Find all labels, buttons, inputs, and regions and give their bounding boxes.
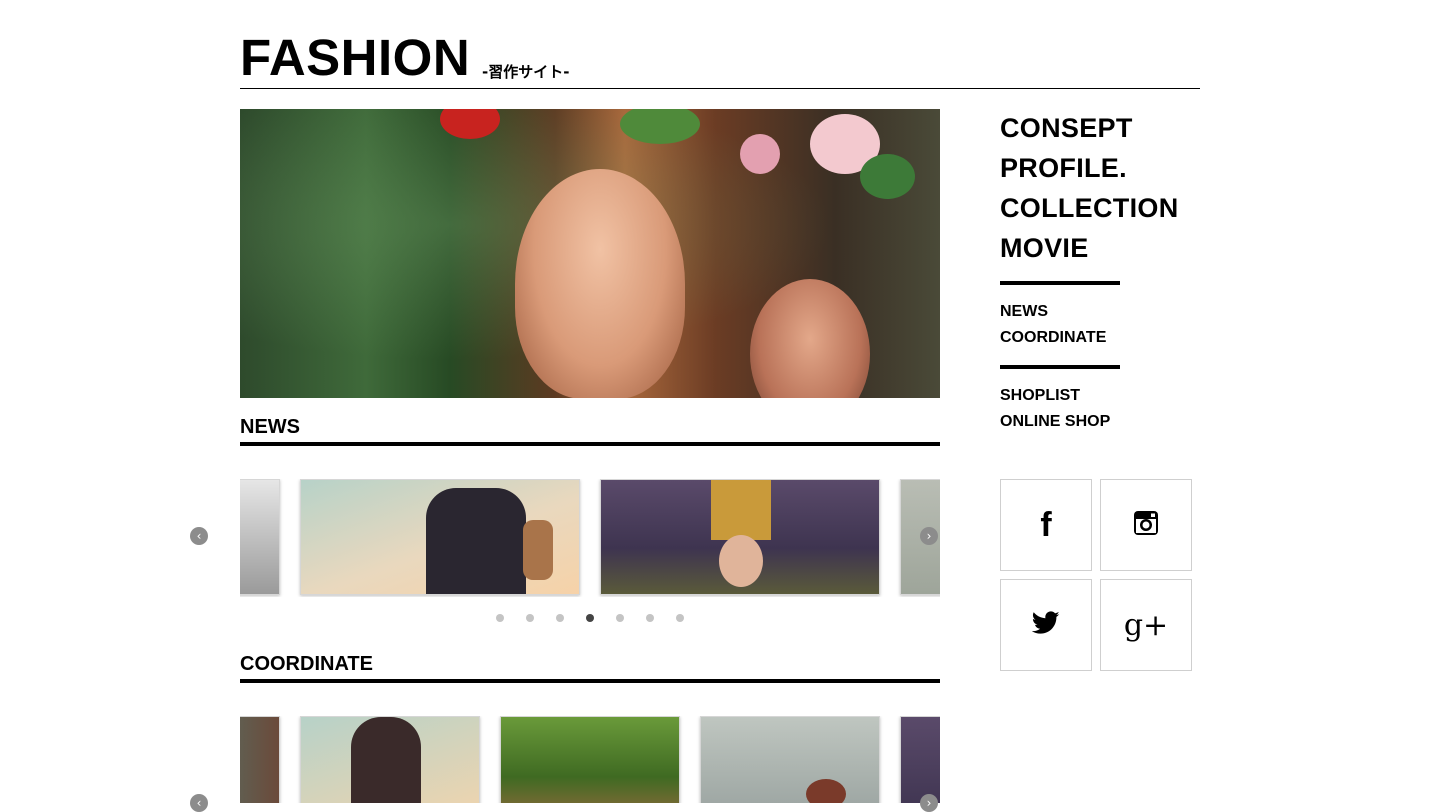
instagram-icon: [1132, 509, 1160, 542]
side-navigation: CONSEPT PROFILE. COLLECTION MOVIE NEWS C…: [1000, 108, 1200, 435]
coordinate-prev-arrow-icon[interactable]: ‹: [190, 794, 208, 812]
news-next-arrow-icon[interactable]: ›: [920, 527, 938, 545]
site-logo[interactable]: FASHION: [240, 32, 470, 84]
carousel-dot-active[interactable]: [586, 614, 594, 622]
nav-consept[interactable]: CONSEPT: [1000, 108, 1200, 148]
news-carousel-track: [240, 479, 940, 597]
carousel-dot[interactable]: [526, 614, 534, 622]
nav-coordinate[interactable]: COORDINATE: [1000, 325, 1200, 351]
site-header: FASHION -習作サイト-: [240, 28, 1200, 89]
site-container: FASHION -習作サイト- NEWS ‹ › COORDINATE ‹ › …: [190, 0, 1200, 812]
coordinate-carousel-track: [240, 716, 940, 803]
instagram-button[interactable]: [1100, 479, 1192, 571]
news-prev-arrow-icon[interactable]: ‹: [190, 527, 208, 545]
nav-collection[interactable]: COLLECTION: [1000, 188, 1200, 228]
main-nav: CONSEPT PROFILE. COLLECTION MOVIE: [1000, 108, 1200, 268]
coordinate-section-title: COORDINATE: [240, 653, 940, 683]
coordinate-carousel: ‹ ›: [190, 716, 966, 812]
nav-profile[interactable]: PROFILE.: [1000, 148, 1200, 188]
carousel-dot[interactable]: [556, 614, 564, 622]
google-plus-icon: g+: [1123, 607, 1169, 643]
nav-divider: [1000, 365, 1120, 369]
nav-online-shop[interactable]: ONLINE SHOP: [1000, 409, 1200, 435]
coordinate-slide[interactable]: [240, 716, 280, 803]
facebook-button[interactable]: f: [1000, 479, 1092, 571]
nav-news[interactable]: NEWS: [1000, 299, 1200, 325]
carousel-dot[interactable]: [496, 614, 504, 622]
coordinate-slide[interactable]: [300, 716, 480, 803]
sub-nav-2: SHOPLIST ONLINE SHOP: [1000, 383, 1200, 435]
coordinate-next-arrow-icon[interactable]: ›: [920, 794, 938, 812]
news-slide[interactable]: [240, 479, 280, 595]
coordinate-slide[interactable]: [700, 716, 880, 803]
site-tagline: -習作サイト-: [482, 63, 570, 81]
twitter-icon: [1031, 610, 1060, 640]
twitter-button[interactable]: [1000, 579, 1092, 671]
facebook-icon: f: [1040, 505, 1052, 544]
sub-nav-1: NEWS COORDINATE: [1000, 299, 1200, 351]
news-carousel: ‹ ›: [190, 479, 966, 597]
news-slide[interactable]: [600, 479, 880, 595]
google-plus-button[interactable]: g+: [1100, 579, 1192, 671]
carousel-dot[interactable]: [646, 614, 654, 622]
news-carousel-dots: [496, 614, 696, 624]
nav-movie[interactable]: MOVIE: [1000, 228, 1200, 268]
news-slide[interactable]: [300, 479, 580, 595]
news-section-title: NEWS: [240, 416, 940, 446]
hero-image: [240, 109, 940, 398]
carousel-dot[interactable]: [616, 614, 624, 622]
coordinate-slide[interactable]: [900, 716, 940, 803]
coordinate-slide[interactable]: [500, 716, 680, 803]
nav-divider: [1000, 281, 1120, 285]
social-links: f g+: [1000, 479, 1200, 679]
nav-shoplist[interactable]: SHOPLIST: [1000, 383, 1200, 409]
carousel-dot[interactable]: [676, 614, 684, 622]
